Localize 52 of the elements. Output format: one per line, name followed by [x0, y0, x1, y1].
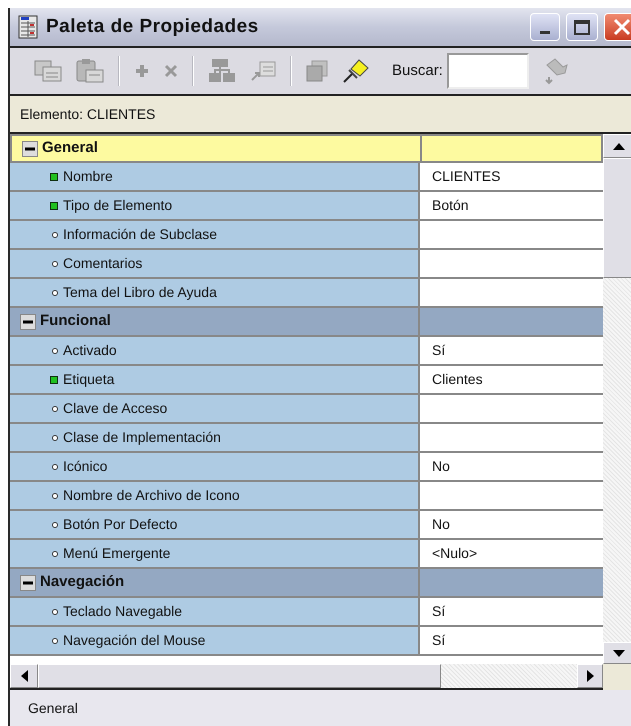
- group-header-row[interactable]: Navegación: [10, 569, 603, 598]
- horizontal-scrollbar[interactable]: [10, 664, 603, 690]
- group-header-row[interactable]: General: [10, 134, 603, 163]
- property-name-cell[interactable]: Nombre: [10, 163, 420, 190]
- property-name-cell[interactable]: Activado: [10, 337, 420, 364]
- property-name-cell[interactable]: Tipo de Elemento: [10, 192, 420, 219]
- copy-icon[interactable]: [34, 59, 62, 83]
- property-name-cell[interactable]: Nombre de Archivo de Icono: [10, 482, 420, 509]
- search-field[interactable]: [446, 53, 529, 89]
- close-icon: [613, 18, 631, 36]
- property-name-cell[interactable]: Teclado Navegable: [10, 598, 420, 625]
- scroll-up-button[interactable]: [603, 134, 631, 158]
- left-arrow-icon: [20, 670, 28, 682]
- group-label: General: [42, 138, 98, 158]
- property-name-cell[interactable]: Etiqueta: [10, 366, 420, 393]
- group-header-row[interactable]: Funcional: [10, 308, 603, 337]
- scroll-left-button[interactable]: [10, 664, 38, 688]
- scroll-down-button[interactable]: [603, 642, 631, 664]
- search-label: Buscar:: [392, 60, 443, 81]
- property-name-cell[interactable]: Información de Subclase: [10, 221, 420, 248]
- minimize-button[interactable]: [530, 13, 560, 41]
- maximize-icon: [574, 20, 590, 34]
- maximize-button[interactable]: [566, 13, 598, 41]
- up-arrow-icon: [612, 142, 624, 150]
- app-icon: [18, 15, 38, 39]
- element-label: Elemento: CLIENTES: [20, 104, 156, 124]
- property-name-cell[interactable]: Icónico: [10, 453, 420, 480]
- collapse-icon[interactable]: [20, 574, 36, 590]
- property-name-cell[interactable]: Clave de Acceso: [10, 395, 420, 422]
- scroll-right-button[interactable]: [577, 664, 603, 688]
- scrollbar-thumb[interactable]: [603, 158, 631, 278]
- property-name-cell[interactable]: Tema del Libro de Ayuda: [10, 279, 420, 306]
- minimize-icon: [540, 31, 550, 34]
- group-label: Funcional: [40, 311, 111, 332]
- close-button[interactable]: [604, 13, 631, 41]
- collapse-icon[interactable]: [20, 314, 36, 330]
- property-name-cell[interactable]: Menú Emergente: [10, 540, 420, 567]
- status-text: General: [28, 698, 78, 718]
- pin-icon[interactable]: [342, 58, 370, 84]
- window-title: Paleta de Propiedades: [46, 14, 259, 39]
- paste-icon[interactable]: [76, 58, 104, 84]
- property-name-cell[interactable]: Navegación del Mouse: [10, 627, 420, 654]
- property-name-cell[interactable]: Botón Por Defecto: [10, 511, 420, 538]
- scrollbar-thumb[interactable]: [38, 664, 441, 688]
- layers-icon[interactable]: [306, 60, 328, 82]
- property-name-cell[interactable]: Comentarios: [10, 250, 420, 277]
- down-arrow-icon: [612, 650, 624, 656]
- group-label: Navegación: [40, 572, 124, 592]
- property-name-cell[interactable]: Clase de Implementación: [10, 424, 420, 451]
- collapse-icon[interactable]: [22, 140, 38, 156]
- vertical-scrollbar[interactable]: [603, 134, 631, 664]
- right-arrow-icon: [586, 670, 594, 682]
